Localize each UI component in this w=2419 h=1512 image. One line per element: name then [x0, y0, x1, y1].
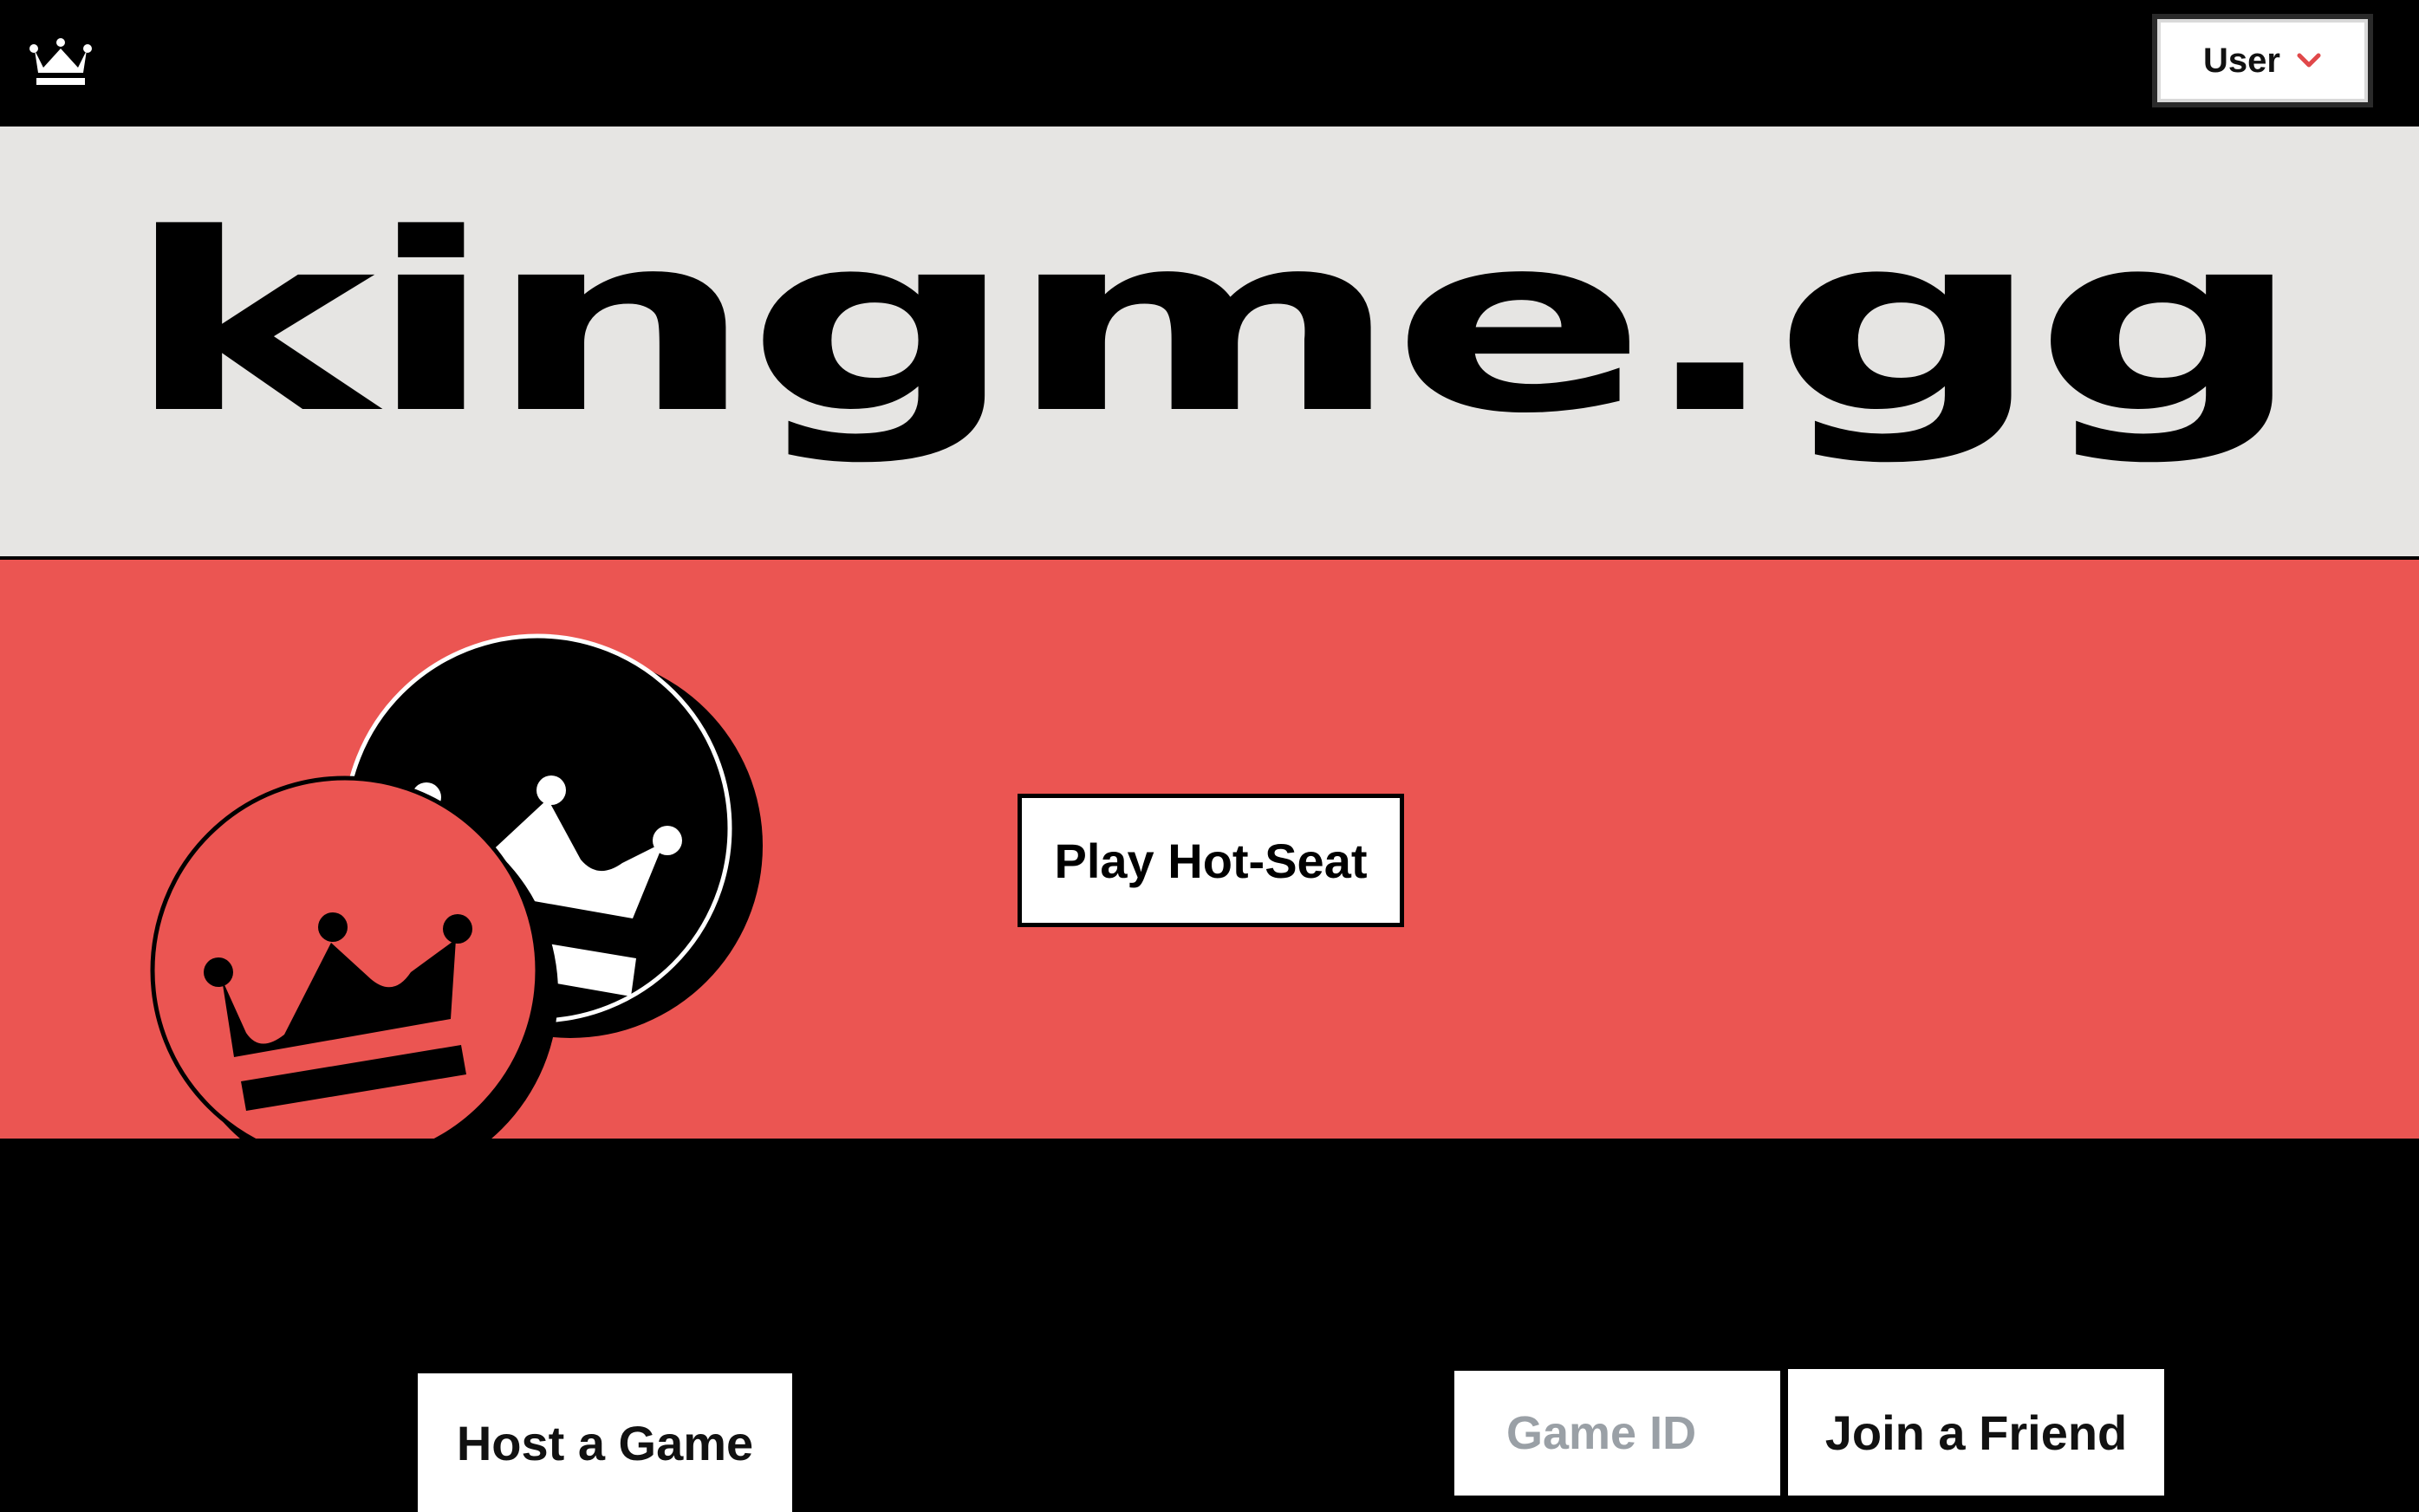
join-friend-button[interactable]: Join a Friend — [1788, 1369, 2164, 1496]
top-nav-bar: User — [0, 0, 2419, 127]
host-game-label: Host a Game — [456, 1415, 754, 1470]
brand-wordmark: kingme.gg — [0, 127, 2419, 556]
game-id-input[interactable] — [1454, 1371, 1780, 1496]
crown-icon[interactable] — [29, 38, 92, 88]
user-menu-button[interactable]: User — [2152, 14, 2373, 107]
brand-title: kingme.gg — [124, 180, 2304, 468]
checker-pieces-illustration — [150, 633, 763, 1139]
join-friend-label: Join a Friend — [1824, 1405, 2128, 1460]
hotseat-section: Play Hot-Seat — [0, 560, 2419, 1139]
host-game-button[interactable]: Host a Game — [418, 1373, 792, 1512]
play-hotseat-button[interactable]: Play Hot-Seat — [1018, 794, 1404, 927]
user-menu-label: User — [2203, 41, 2280, 80]
play-hotseat-label: Play Hot-Seat — [1054, 833, 1368, 888]
chevron-down-icon — [2297, 53, 2321, 68]
